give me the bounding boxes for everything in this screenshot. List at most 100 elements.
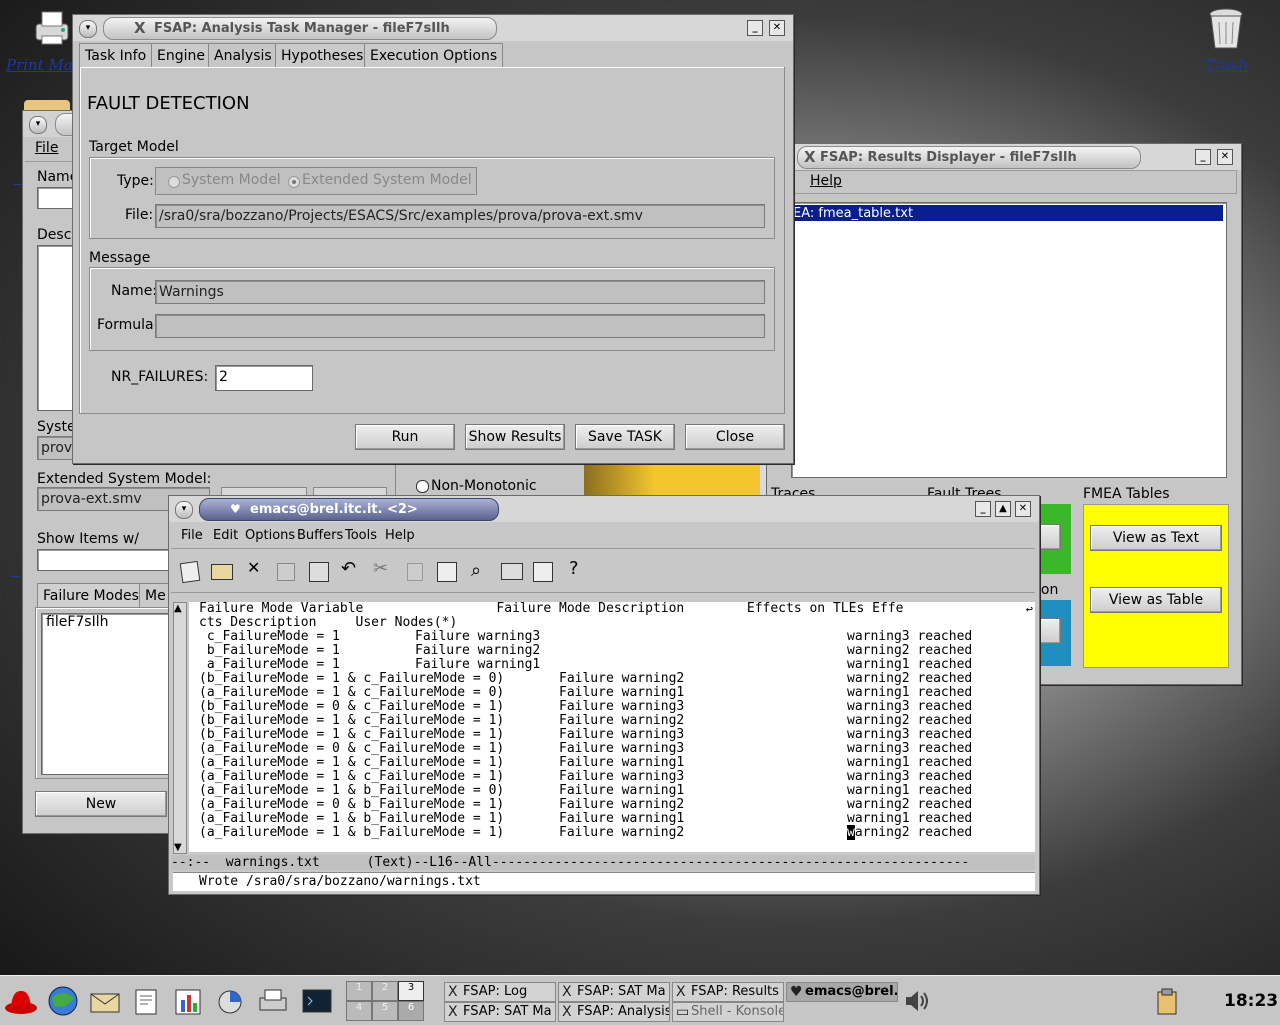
close-button[interactable]: Close bbox=[685, 424, 785, 450]
results-list[interactable]: EA: fmea_table.txt bbox=[791, 202, 1227, 478]
save-icon[interactable] bbox=[277, 563, 295, 581]
nr-failures-input[interactable]: 2 bbox=[215, 365, 313, 391]
print-manager-desktop-icon[interactable]: Print Man bbox=[4, 6, 82, 74]
workspace-2[interactable]: 2 bbox=[372, 981, 398, 1001]
tab-hypotheses[interactable]: Hypotheses bbox=[275, 43, 370, 68]
emacs-line: c_FailureMode = 1 Failure warning3 warnin… bbox=[199, 630, 972, 644]
trash-desktop-icon[interactable]: Trash bbox=[1196, 6, 1256, 74]
close-icon[interactable]: ✕ bbox=[1217, 149, 1233, 165]
redhat-menu-icon[interactable] bbox=[4, 984, 38, 1018]
task-fsap-log[interactable]: X FSAP: Log bbox=[444, 982, 556, 1002]
writer-icon[interactable] bbox=[130, 984, 164, 1018]
workspace-4[interactable]: 4 bbox=[346, 1001, 372, 1021]
print-icon[interactable] bbox=[501, 563, 523, 580]
clock[interactable]: 18:23 bbox=[1224, 991, 1278, 1011]
search-icon[interactable]: ⌕ bbox=[471, 560, 481, 581]
task-manager-titlebar[interactable]: ▾ X FSAP: Analysis Task Manager - fileF7… bbox=[73, 15, 793, 41]
list-item[interactable]: fileF7sIlh bbox=[46, 614, 108, 630]
results-titlebar[interactable]: X FSAP: Results Displayer - fileF7sIlh _… bbox=[767, 144, 1241, 170]
close-icon[interactable]: ✕ bbox=[1015, 501, 1031, 517]
cut-icon[interactable]: ✂ bbox=[373, 558, 388, 579]
failure-modes-list[interactable]: fileF7sIlh bbox=[41, 613, 177, 775]
scroll-up-arrow[interactable]: ▲ bbox=[174, 603, 182, 614]
task-fsap-sat-1[interactable]: X FSAP: SAT Ma bbox=[558, 982, 670, 1002]
help-icon[interactable]: ? bbox=[569, 558, 579, 579]
printer-tool-icon[interactable] bbox=[256, 984, 290, 1018]
new-file-icon[interactable] bbox=[179, 560, 201, 584]
task-shell-konsole[interactable]: ▭ Shell - Konsole bbox=[672, 1002, 784, 1022]
failure-mode-description: Failure warning1 bbox=[415, 657, 541, 672]
emacs-line: (b_FailureMode = 1 & c_FailureMode = 1) … bbox=[199, 714, 972, 728]
menu-edit[interactable]: Edit bbox=[213, 528, 238, 543]
close-buffer-icon[interactable]: ✕ bbox=[247, 558, 260, 577]
menu-options[interactable]: Options bbox=[245, 528, 295, 543]
scroll-down-arrow[interactable]: ▼ bbox=[174, 842, 182, 853]
tab-analysis[interactable]: Analysis bbox=[208, 43, 278, 68]
menu-help[interactable]: Help bbox=[810, 173, 842, 189]
paste-icon[interactable] bbox=[437, 562, 457, 582]
presentation-icon[interactable] bbox=[214, 984, 248, 1018]
emacs-minibuffer[interactable]: Wrote /sra0/sra/bozzano/warnings.txt bbox=[173, 872, 1035, 891]
x-app-icon: X bbox=[676, 984, 686, 1000]
x-app-icon: X bbox=[804, 148, 816, 166]
open-folder-icon[interactable] bbox=[211, 564, 233, 580]
menu-file[interactable]: File bbox=[181, 528, 203, 543]
workspace-1[interactable]: 1 bbox=[346, 981, 372, 1001]
run-button[interactable]: Run bbox=[355, 424, 455, 450]
maximize-icon[interactable]: ▲ bbox=[995, 501, 1011, 517]
tab-failure-modes[interactable]: Failure Modes bbox=[37, 583, 145, 608]
minimize-icon[interactable]: _ bbox=[1195, 149, 1211, 165]
task-fsap-sat-2[interactable]: X FSAP: SAT Ma bbox=[444, 1002, 556, 1022]
workspace-5[interactable]: 5 bbox=[372, 1001, 398, 1021]
menu-file[interactable]: File bbox=[35, 140, 58, 156]
mail-icon[interactable] bbox=[88, 984, 122, 1018]
new-button[interactable]: New bbox=[35, 791, 167, 817]
non-monotonic-radio[interactable] bbox=[416, 480, 429, 493]
menu-help[interactable]: Help bbox=[385, 528, 415, 543]
undo-icon[interactable]: ↶ bbox=[341, 558, 356, 579]
save-task-button[interactable]: Save TASK bbox=[575, 424, 675, 450]
view-as-table-button[interactable]: View as Table bbox=[1090, 587, 1222, 613]
file-field[interactable]: /sra0/sra/bozzano/Projects/ESACS/Src/exa… bbox=[155, 204, 765, 228]
effect-on-tle: warning3 reached bbox=[847, 699, 973, 714]
workspace-6[interactable]: 6 bbox=[398, 1001, 424, 1021]
results-list-item[interactable]: EA: fmea_table.txt bbox=[793, 205, 1223, 221]
target-model-label: Target Model bbox=[89, 139, 179, 155]
spreadsheet-icon[interactable] bbox=[172, 984, 206, 1018]
window-menu-icon[interactable]: ▾ bbox=[79, 20, 97, 38]
extended-model-radio[interactable] bbox=[288, 176, 300, 188]
minimize-icon[interactable]: _ bbox=[747, 20, 763, 36]
tab-me[interactable]: Me bbox=[139, 583, 172, 608]
copy-icon[interactable] bbox=[407, 563, 423, 581]
tab-engine[interactable]: Engine bbox=[151, 43, 211, 68]
show-results-button[interactable]: Show Results bbox=[465, 424, 565, 450]
workspace-3[interactable]: 3 bbox=[398, 981, 424, 1001]
show-items-input[interactable] bbox=[37, 549, 179, 571]
volume-icon[interactable] bbox=[900, 984, 934, 1018]
results-title-text: FSAP: Results Displayer - fileF7sIlh bbox=[820, 150, 1077, 165]
name-field[interactable]: Warnings bbox=[155, 280, 765, 304]
emacs-scrollbar[interactable]: ▲ ▼ bbox=[173, 602, 187, 854]
view-as-text-button[interactable]: View as Text bbox=[1090, 525, 1222, 551]
close-icon[interactable]: ✕ bbox=[769, 20, 785, 36]
minimize-icon[interactable]: _ bbox=[975, 501, 991, 517]
menu-buffers[interactable]: Buffers bbox=[297, 528, 343, 543]
system-model-radio[interactable] bbox=[168, 176, 180, 188]
task-emacs[interactable]: ♥ emacs@brel.i bbox=[786, 982, 898, 1002]
browser-globe-icon[interactable] bbox=[46, 984, 80, 1018]
task-fsap-results[interactable]: X FSAP: Results bbox=[672, 982, 784, 1002]
window-menu-icon[interactable]: ▾ bbox=[29, 116, 47, 134]
terminal-icon[interactable] bbox=[300, 984, 334, 1018]
emacs-titlebar[interactable]: ▾ ♥ emacs@brel.itc.it. <2> _ ▲ ✕ bbox=[169, 496, 1039, 522]
formula-field[interactable] bbox=[155, 314, 765, 338]
emacs-buffer[interactable]: Failure Mode Variable Failure Mode Descr… bbox=[189, 602, 1035, 852]
customize-icon[interactable] bbox=[533, 562, 553, 582]
task-fsap-analysis[interactable]: X FSAP: Analysis bbox=[558, 1002, 670, 1022]
menu-tools[interactable]: Tools bbox=[345, 528, 377, 543]
tab-task-info[interactable]: Task Info bbox=[79, 43, 153, 68]
tab-execution-options[interactable]: Execution Options bbox=[364, 43, 504, 68]
window-menu-icon[interactable]: ▾ bbox=[175, 501, 193, 519]
clipboard-icon[interactable] bbox=[1150, 984, 1184, 1018]
save-as-icon[interactable] bbox=[309, 562, 329, 582]
results-title: X FSAP: Results Displayer - fileF7sIlh bbox=[797, 146, 1141, 169]
